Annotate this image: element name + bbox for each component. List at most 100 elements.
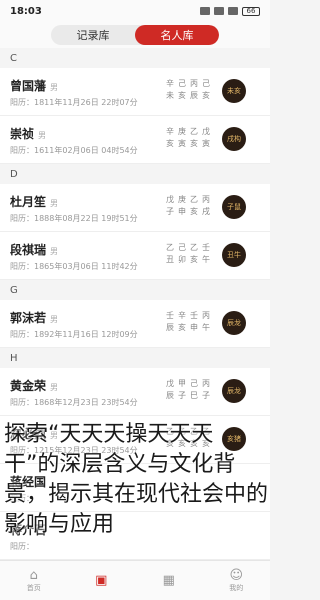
person-name: 曾国藩男 — [10, 77, 58, 94]
bazi-grid: 戊庚乙丙子申亥戌 — [164, 194, 212, 218]
segment-control: 记录库 名人库 — [0, 22, 270, 48]
bazi-char: 亥 — [190, 255, 198, 264]
bazi-char: 亥 — [190, 139, 198, 148]
tab-1[interactable]: 名人库 — [135, 25, 219, 45]
zodiac-badge: 戌构 — [222, 127, 246, 151]
person-name: 郭沫若男 — [10, 309, 58, 326]
bazi-char: 亥 — [190, 207, 198, 216]
bazi-char: 午 — [202, 255, 210, 264]
record-icon: ▣ — [95, 572, 108, 588]
bazi-char: 申 — [190, 323, 198, 332]
bazi-char: 亥 — [178, 323, 186, 332]
bazi-char: 亥 — [202, 91, 210, 100]
tabbar-item-grid[interactable]: ▦ — [135, 561, 203, 600]
bazi-char: 亥 — [178, 91, 186, 100]
section-header: G — [10, 284, 18, 296]
bazi-char: 己 — [178, 79, 186, 88]
section-header: H — [10, 352, 18, 364]
gender-label: 男 — [38, 131, 47, 140]
bazi-grid: 乙己乙壬丑卯亥午 — [164, 242, 212, 266]
bazi-char: 乙 — [190, 195, 198, 204]
tabbar-item-record[interactable]: ▣ — [68, 561, 136, 600]
bazi-char: 辛 — [166, 79, 174, 88]
overlay-caption: 探索“天天天操天天天干”的深层含义与文化背景，揭示其在现代社会中的影响与应用 — [4, 422, 269, 537]
bazi-char: 壬 — [202, 243, 210, 252]
person-name: 崇祯男 — [10, 125, 46, 142]
person-name-text: 杜月笙 — [10, 195, 47, 209]
wifi-icon — [228, 7, 238, 15]
bazi-char: 乙 — [190, 243, 198, 252]
list-item[interactable]: 黄金荣男阳历：1868年12月23日 23时54分 戊甲己丙辰子巳子辰龙 — [0, 368, 270, 416]
birth-date: 阳历： — [10, 542, 34, 551]
gender-label: 男 — [50, 247, 59, 256]
status-time: 18:03 — [10, 5, 42, 17]
bazi-char: 辰 — [166, 323, 174, 332]
bazi-char: 巳 — [190, 391, 198, 400]
bazi-char: 甲 — [178, 379, 186, 388]
person-name: 段祺瑞男 — [10, 241, 58, 258]
tab-0[interactable]: 记录库 — [51, 25, 135, 45]
person-name-text: 郭沫若 — [10, 311, 47, 325]
status-bar: 18:03 66 — [0, 0, 270, 22]
bazi-char: 子 — [178, 391, 186, 400]
person-name: 杜月笙男 — [10, 193, 58, 210]
section-header: C — [10, 52, 17, 64]
zodiac-badge: 子鼠 — [222, 195, 246, 219]
person-name-text: 段祺瑞 — [10, 243, 47, 257]
bazi-char: 丙 — [202, 311, 210, 320]
section-header: D — [10, 168, 18, 180]
bazi-char: 辛 — [178, 311, 186, 320]
signal-icon — [214, 7, 224, 15]
zodiac-badge: 辰龙 — [222, 379, 246, 403]
bazi-char: 己 — [178, 243, 186, 252]
bazi-char: 戊 — [166, 379, 174, 388]
status-icons: 66 — [200, 6, 260, 16]
bazi-char: 戌 — [202, 207, 210, 216]
bazi-char: 申 — [178, 207, 186, 216]
birth-date: 阳历：1888年08月22日 19时51分 — [10, 214, 138, 223]
gender-label: 男 — [50, 199, 59, 208]
birth-date: 阳历：1611年02月06日 04时54分 — [10, 146, 138, 155]
tabbar-item-profile[interactable]: ☺ 我的 — [203, 561, 271, 600]
list-item[interactable]: 郭沫若男阳历：1892年11月16日 12时09分壬辛壬丙辰亥申午辰龙 — [0, 300, 270, 348]
bottom-tab-bar: ⌂ 首页 ▣ ▦ ☺ 我的 — [0, 560, 270, 600]
bazi-char: 己 — [202, 79, 210, 88]
bazi-grid: 辛己丙己未亥辰亥 — [164, 78, 212, 102]
bazi-char: 亥 — [166, 139, 174, 148]
bazi-char: 己 — [190, 379, 198, 388]
bazi-char: 辰 — [166, 391, 174, 400]
birth-date: 阳历：1892年11月16日 12时09分 — [10, 330, 138, 339]
bazi-char: 辰 — [190, 91, 198, 100]
bazi-char: 午 — [202, 323, 210, 332]
battery-icon: 66 — [242, 6, 260, 16]
list-item[interactable]: 崇祯男阳历：1611年02月06日 04时54分 辛庚乙戊亥寅亥寅戌构 — [0, 116, 270, 164]
person-name: 黄金荣男 — [10, 377, 58, 394]
tabbar-label: 首页 — [26, 583, 41, 592]
zodiac-badge: 丑牛 — [222, 243, 246, 267]
list-item[interactable]: 段祺瑞男阳历：1865年03月06日 11时42分乙己乙壬丑卯亥午丑牛 — [0, 232, 270, 280]
tabbar-item-home[interactable]: ⌂ 首页 — [0, 561, 68, 600]
bazi-char: 戊 — [202, 127, 210, 136]
home-icon: ⌂ — [29, 567, 38, 583]
person-name-text: 黄金荣 — [10, 379, 47, 393]
list-item[interactable]: 曾国藩男阳历：1811年11月26日 22时07分辛己丙己未亥辰亥未亥 — [0, 68, 270, 116]
person-name-text: 崇祯 — [10, 127, 35, 141]
bazi-grid: 辛庚乙戊亥寅亥寅 — [164, 126, 212, 150]
grid-icon: ▦ — [162, 572, 175, 588]
bazi-grid: 壬辛壬丙辰亥申午 — [164, 310, 212, 334]
gender-label: 男 — [50, 383, 59, 392]
bazi-grid: 戊甲己丙辰子巳子 — [164, 378, 212, 402]
bazi-char: 寅 — [202, 139, 210, 148]
bazi-char: 辛 — [166, 127, 174, 136]
gender-label: 男 — [50, 315, 59, 324]
birth-date: 阳历：1868年12月23日 23时54分 — [10, 398, 138, 407]
tabbar-label: 我的 — [229, 583, 244, 592]
list-item[interactable]: 杜月笙男阳历：1888年08月22日 19时51分 戊庚乙丙子申亥戌子鼠 — [0, 184, 270, 232]
zodiac-badge: 未亥 — [222, 79, 246, 103]
person-name-text: 曾国藩 — [10, 79, 47, 93]
bazi-char: 壬 — [166, 311, 174, 320]
bazi-char: 乙 — [166, 243, 174, 252]
birth-date: 阳历：1811年11月26日 22时07分 — [10, 98, 138, 107]
bazi-char: 未 — [166, 91, 174, 100]
notification-icon — [200, 7, 210, 15]
